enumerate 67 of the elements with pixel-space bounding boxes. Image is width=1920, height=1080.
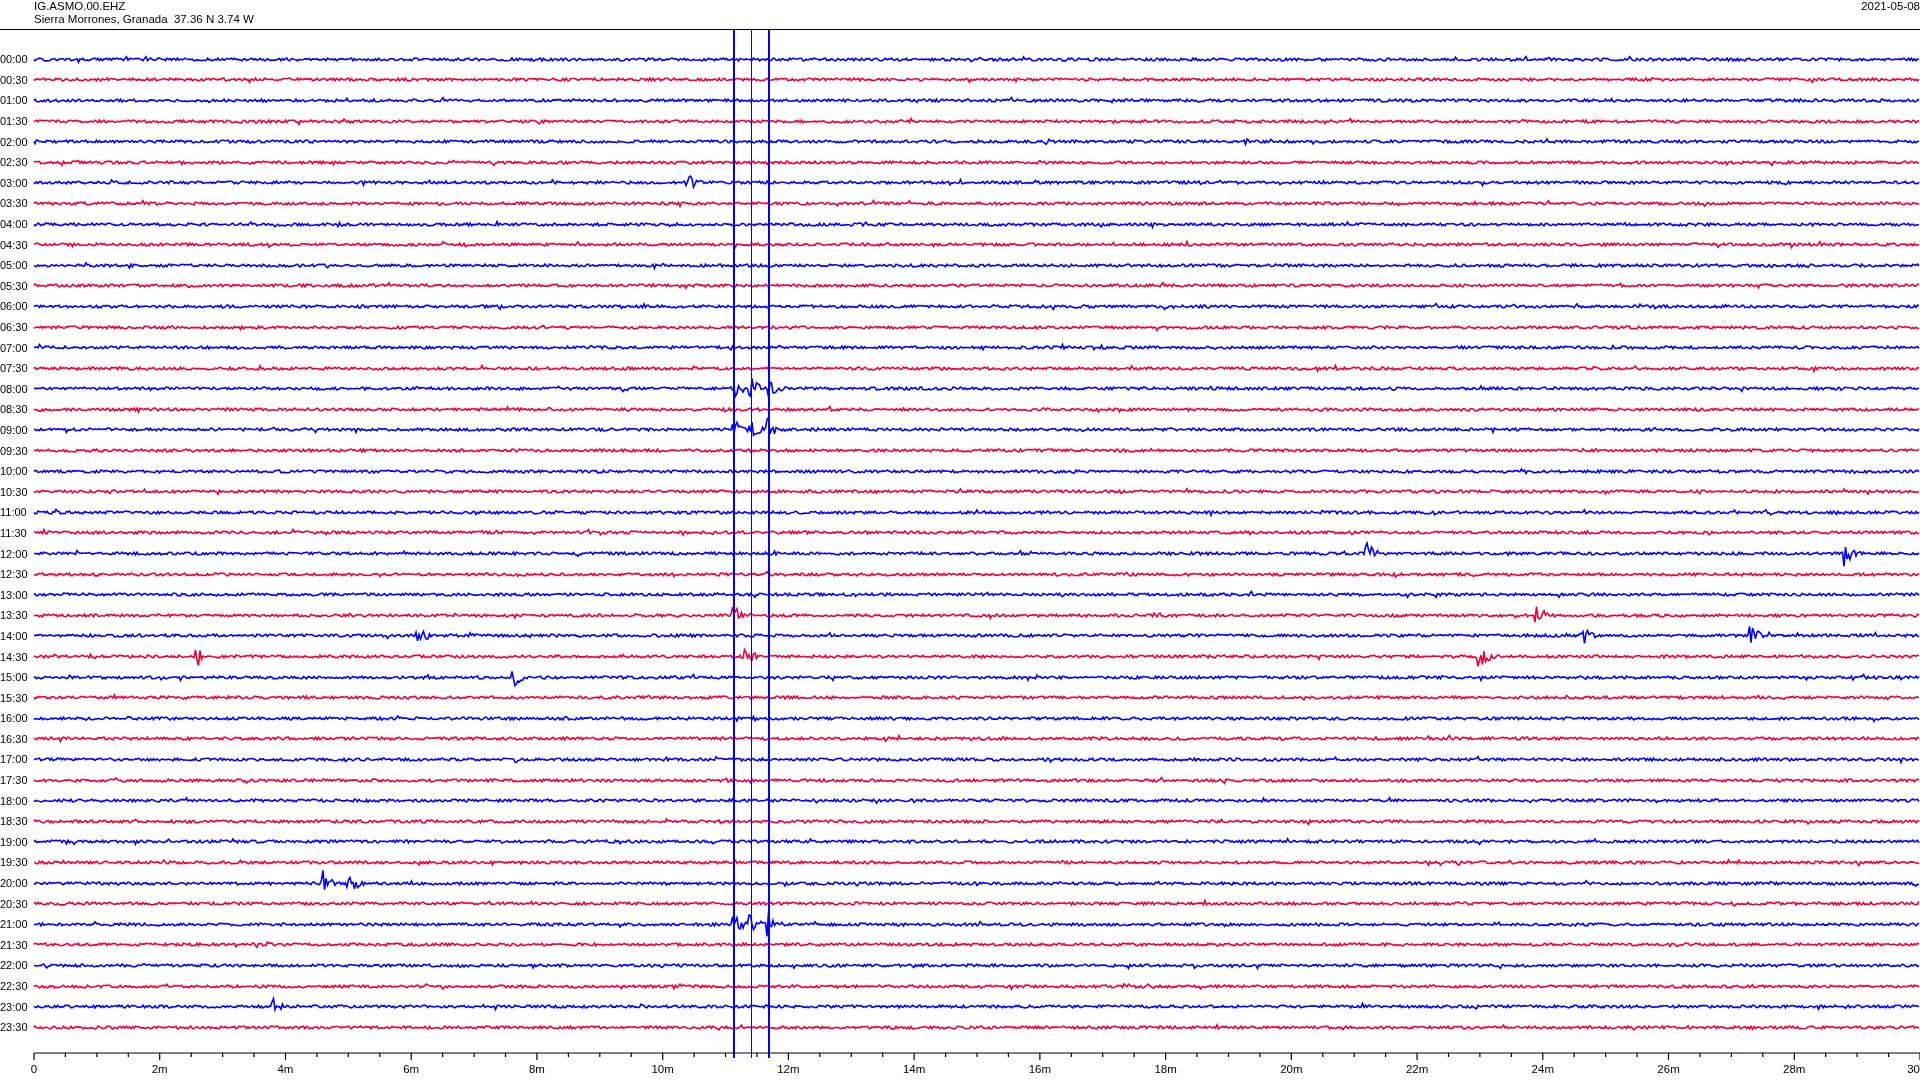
- axis-label: 26m: [1657, 1063, 1680, 1076]
- time-label: 15:30: [0, 691, 29, 704]
- axis-label: 8m: [528, 1063, 545, 1076]
- time-label: 03:30: [0, 197, 29, 210]
- time-label: 12:30: [0, 568, 29, 581]
- time-label: 21:30: [0, 938, 29, 951]
- time-label: 06:00: [0, 300, 29, 313]
- station-code: IG.ASMO.00.EHZ: [34, 0, 127, 13]
- axis-label: 0: [30, 1063, 38, 1076]
- time-label: 20:30: [0, 897, 29, 910]
- time-label: 20:00: [0, 877, 29, 890]
- time-label: 03:00: [0, 176, 29, 189]
- time-label: 12:00: [0, 547, 29, 560]
- axis-label: 12m: [777, 1063, 800, 1076]
- axis-label: 14m: [902, 1063, 926, 1076]
- time-label: 05:00: [0, 259, 29, 272]
- time-label: 21:00: [0, 918, 29, 931]
- time-label: 01:00: [0, 94, 29, 107]
- time-label: 22:30: [0, 980, 29, 992]
- time-label: 22:00: [0, 959, 29, 972]
- axis-label: 30: [1907, 1063, 1920, 1076]
- time-label: 14:30: [0, 650, 29, 663]
- time-label: 18:00: [0, 794, 29, 807]
- time-label: 09:30: [0, 444, 29, 457]
- axis-label: 18m: [1154, 1063, 1177, 1076]
- time-label: 04:00: [0, 218, 29, 231]
- time-label: 23:30: [0, 1021, 29, 1034]
- time-label: 04:30: [0, 238, 29, 251]
- time-label: 02:00: [0, 135, 29, 148]
- time-label: 07:30: [0, 362, 29, 375]
- time-label: 13:00: [0, 588, 29, 601]
- time-label: 14:00: [0, 629, 29, 642]
- time-label: 00:30: [0, 73, 29, 86]
- time-label: 15:00: [0, 671, 29, 684]
- time-label: 16:30: [0, 732, 29, 745]
- station-location: Sierra Morrones, Granada 37.36 N 3.74 W: [34, 13, 254, 26]
- time-label: 19:00: [0, 835, 29, 848]
- time-label: 16:00: [0, 712, 29, 725]
- axis-label: 4m: [277, 1063, 294, 1076]
- time-label: 10:00: [0, 465, 29, 478]
- time-label: 07:00: [0, 341, 29, 354]
- time-label: 11:00: [0, 506, 28, 519]
- time-label: 09:00: [0, 424, 29, 436]
- axis-label: 16m: [1028, 1063, 1052, 1076]
- axis-label: 22m: [1405, 1063, 1429, 1076]
- time-label: 18:30: [0, 815, 29, 828]
- time-label: 01:30: [0, 115, 29, 128]
- time-label: 08:00: [0, 382, 29, 395]
- time-label: 06:30: [0, 321, 29, 333]
- time-label: 05:30: [0, 279, 29, 292]
- time-label: 17:00: [0, 753, 29, 766]
- time-label: 13:30: [0, 609, 29, 622]
- time-label: 19:30: [0, 856, 29, 869]
- time-label: 08:30: [0, 403, 29, 416]
- time-label: 00:00: [0, 53, 29, 66]
- time-label: 17:30: [0, 774, 29, 787]
- axis-label: 24m: [1531, 1063, 1554, 1076]
- axis-label: 28m: [1783, 1063, 1806, 1076]
- time-label: 11:30: [0, 526, 28, 539]
- axis-label: 6m: [403, 1063, 420, 1076]
- axis-label: 20m: [1280, 1063, 1303, 1076]
- time-label: 23:00: [0, 1000, 29, 1013]
- time-label: 10:30: [0, 485, 29, 498]
- date-label: 2021-05-08: [1861, 0, 1920, 13]
- axis-label: 10m: [651, 1063, 674, 1076]
- time-label: 02:30: [0, 156, 29, 169]
- axis-label: 2m: [151, 1063, 168, 1076]
